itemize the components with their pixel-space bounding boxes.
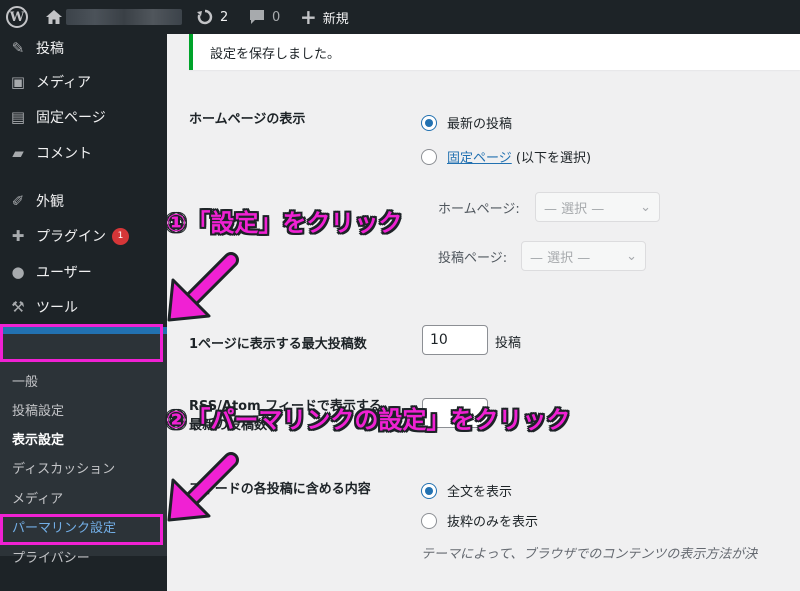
radio-excerpt-label: 抜粋のみを表示 — [447, 515, 539, 530]
homepage-select-value: — 選択 — — [544, 201, 605, 217]
static-page-link[interactable]: 固定ページ — [447, 151, 512, 166]
user-icon: ● — [11, 263, 25, 281]
admin-bar: W 2 0 + 新規 — [0, 0, 800, 34]
plus-icon: + — [300, 5, 317, 29]
sidebar-item-label: ユーザー — [36, 265, 92, 281]
sidebar-item-label: 外観 — [36, 194, 64, 210]
radio-static-page[interactable] — [421, 148, 437, 165]
homepage-select-label: ホームページ: — [438, 202, 520, 217]
plugin-icon: ✚ — [11, 227, 25, 245]
radio-full-text-row[interactable]: 全文を表示 — [421, 481, 512, 500]
sidebar-item-label: コメント — [36, 146, 92, 162]
sidebar-item-pages[interactable]: ▤ 固定ページ — [0, 100, 167, 134]
site-name-blurred[interactable] — [66, 9, 182, 25]
radio-full-text-label: 全文を表示 — [447, 485, 513, 500]
new-content-link[interactable]: + 新規 — [300, 0, 349, 34]
submenu-discussion[interactable]: ディスカッション — [12, 459, 115, 481]
arrow-icon-step2 — [167, 452, 239, 522]
radio-latest-posts-row[interactable]: 最新の投稿 — [421, 113, 512, 132]
annotation-step2: ②「パーマリンクの設定」をクリック — [166, 406, 571, 434]
homepage-select[interactable]: — 選択 — ⌄ — [535, 192, 660, 222]
submenu-writing[interactable]: 投稿設定 — [12, 401, 64, 423]
sidebar-item-label: 固定ページ — [36, 110, 106, 126]
sidebar-item-plugins[interactable]: ✚ プラグイン 1 — [0, 219, 167, 253]
radio-static-page-row[interactable]: 固定ページ (以下を選択) — [421, 147, 591, 166]
brush-icon: ✐ — [11, 192, 25, 210]
submenu-general[interactable]: 一般 — [12, 372, 38, 394]
sidebar-item-label: メディア — [36, 75, 92, 91]
wrench-icon: ⚒ — [11, 298, 25, 316]
comment-bubble-icon — [250, 10, 264, 24]
notice-text: 設定を保存しました。 — [210, 46, 341, 62]
homepage-display-label: ホームページの表示 — [189, 112, 306, 127]
plugin-update-badge: 1 — [112, 227, 129, 245]
sidebar-item-comments[interactable]: ▰ コメント — [0, 136, 167, 170]
feed-content-description: テーマによって、ブラウザでのコンテンツの表示方法が決 — [421, 547, 758, 562]
comments-count: 0 — [272, 9, 281, 25]
sidebar-item-posts[interactable]: ✎ 投稿 — [0, 31, 167, 65]
comment-icon: ▰ — [12, 144, 24, 162]
sidebar-item-label: ツール — [36, 300, 78, 316]
annotation-step1: ①「設定」をクリック — [166, 209, 403, 237]
settings-saved-notice: 設定を保存しました。 — [189, 34, 800, 70]
media-icon: ▣ — [10, 73, 26, 91]
main-content: 設定を保存しました。 ホームページの表示 最新の投稿 固定ページ (以下を選択)… — [167, 34, 800, 591]
radio-full-text[interactable] — [421, 482, 437, 499]
comments-link[interactable]: 0 — [248, 0, 280, 34]
chevron-down-icon: ⌄ — [640, 199, 651, 215]
radio-latest-posts[interactable] — [421, 114, 437, 131]
home-icon[interactable] — [44, 0, 64, 34]
sidebar-item-label: プラグイン — [36, 229, 106, 245]
static-page-suffix: (以下を選択) — [515, 151, 592, 166]
page-icon: ▤ — [10, 108, 26, 126]
pin-icon: ✎ — [11, 39, 25, 57]
sidebar-item-label: 投稿 — [36, 41, 64, 57]
sidebar-item-media[interactable]: ▣ メディア — [0, 65, 167, 99]
sidebar-item-appearance[interactable]: ✐ 外観 — [0, 184, 167, 218]
posts-page-select-value: — 選択 — — [530, 250, 591, 266]
submenu-reading[interactable]: 表示設定 — [12, 430, 64, 452]
updates-link[interactable]: 2 — [196, 0, 228, 34]
highlight-box-permalinks — [0, 514, 163, 545]
sidebar-item-tools[interactable]: ⚒ ツール — [0, 290, 167, 324]
posts-per-page-label: 1ページに表示する最大投稿数 — [189, 337, 367, 352]
submenu-privacy[interactable]: プライバシー — [12, 548, 90, 570]
posts-page-select[interactable]: — 選択 — ⌄ — [521, 241, 646, 271]
updates-count: 2 — [220, 9, 229, 25]
radio-latest-posts-label: 最新の投稿 — [447, 117, 513, 132]
refresh-icon — [197, 9, 213, 25]
posts-per-page-unit: 投稿 — [495, 336, 522, 351]
new-label: 新規 — [322, 11, 349, 27]
submenu-media[interactable]: メディア — [12, 489, 63, 511]
wordpress-logo-icon[interactable]: W — [6, 6, 28, 28]
arrow-icon-step1 — [167, 252, 239, 322]
sidebar-item-users[interactable]: ● ユーザー — [0, 255, 167, 289]
highlight-box-settings — [0, 324, 163, 362]
posts-per-page-input[interactable]: 10 — [422, 325, 488, 355]
posts-page-select-label: 投稿ページ: — [438, 251, 508, 266]
radio-excerpt[interactable] — [421, 512, 437, 529]
chevron-down-icon: ⌄ — [626, 248, 637, 264]
radio-excerpt-row[interactable]: 抜粋のみを表示 — [421, 511, 538, 530]
